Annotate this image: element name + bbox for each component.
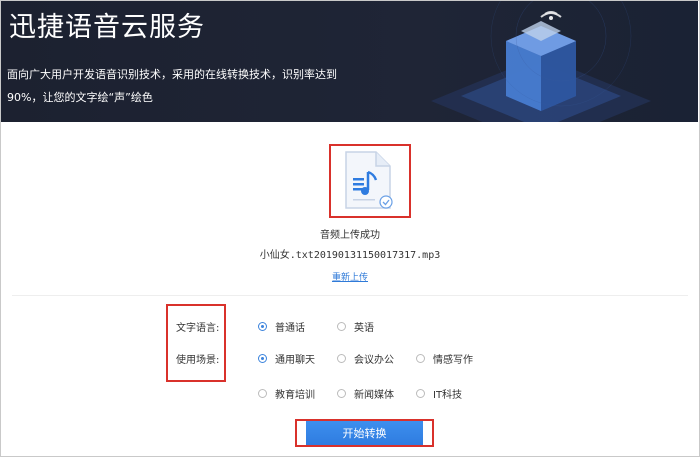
hero-description: 面向广大用户开发语音识别技术，采用的在线转换技术，识别率达到 90%，让您的文字…	[7, 63, 347, 109]
divider	[12, 295, 688, 296]
scene-label: 使用场景:	[176, 355, 220, 366]
radio-selected-icon[interactable]	[258, 322, 267, 331]
scene-option-education[interactable]: 教育培训	[258, 386, 315, 401]
scene-option-label: 新闻媒体	[354, 390, 394, 401]
scene-option-label: 通用聊天	[275, 355, 315, 366]
scene-option-label: 教育培训	[275, 390, 315, 401]
settings-label-highlight-box	[166, 304, 226, 382]
start-conversion-button[interactable]: 开始转换	[306, 421, 423, 445]
scene-option-label: 会议办公	[354, 355, 394, 366]
scene-option-writing[interactable]: 情感写作	[416, 351, 473, 366]
radio-selected-icon[interactable]	[258, 354, 267, 363]
radio-icon[interactable]	[416, 354, 425, 363]
music-file-icon	[345, 151, 393, 209]
language-option-label: 普通话	[275, 323, 305, 334]
scene-option-chat[interactable]: 通用聊天	[258, 351, 315, 366]
radio-icon[interactable]	[337, 354, 346, 363]
scene-option-label: IT科技	[433, 390, 463, 401]
language-option-label: 英语	[354, 323, 374, 334]
language-label: 文字语言:	[176, 323, 220, 334]
scene-option-label: 情感写作	[433, 355, 473, 366]
hero-title: 迅捷语音云服务	[9, 12, 205, 43]
upload-status-text: 音频上传成功	[320, 230, 380, 241]
hero-description-line-1: 面向广大用户开发语音识别技术，采用的在线转换技术，识别率达到	[7, 68, 337, 81]
hero-description-line-2: 90%，让您的文字绘“声”绘色	[7, 91, 153, 104]
radio-icon[interactable]	[416, 389, 425, 398]
hero-banner: 迅捷语音云服务 面向广大用户开发语音识别技术，采用的在线转换技术，识别率达到 9…	[1, 1, 698, 122]
radio-icon[interactable]	[337, 322, 346, 331]
language-option-english[interactable]: 英语	[337, 319, 374, 334]
scene-option-meeting[interactable]: 会议办公	[337, 351, 394, 366]
reupload-link[interactable]: 重新上传	[0, 270, 700, 283]
scene-option-news[interactable]: 新闻媒体	[337, 386, 394, 401]
language-option-mandarin[interactable]: 普通话	[258, 319, 305, 334]
radio-icon[interactable]	[337, 389, 346, 398]
radio-icon[interactable]	[258, 389, 267, 398]
scene-option-it[interactable]: IT科技	[416, 386, 462, 401]
uploaded-file-name: 小仙女.txt20190131150017317.mp3	[259, 250, 441, 261]
